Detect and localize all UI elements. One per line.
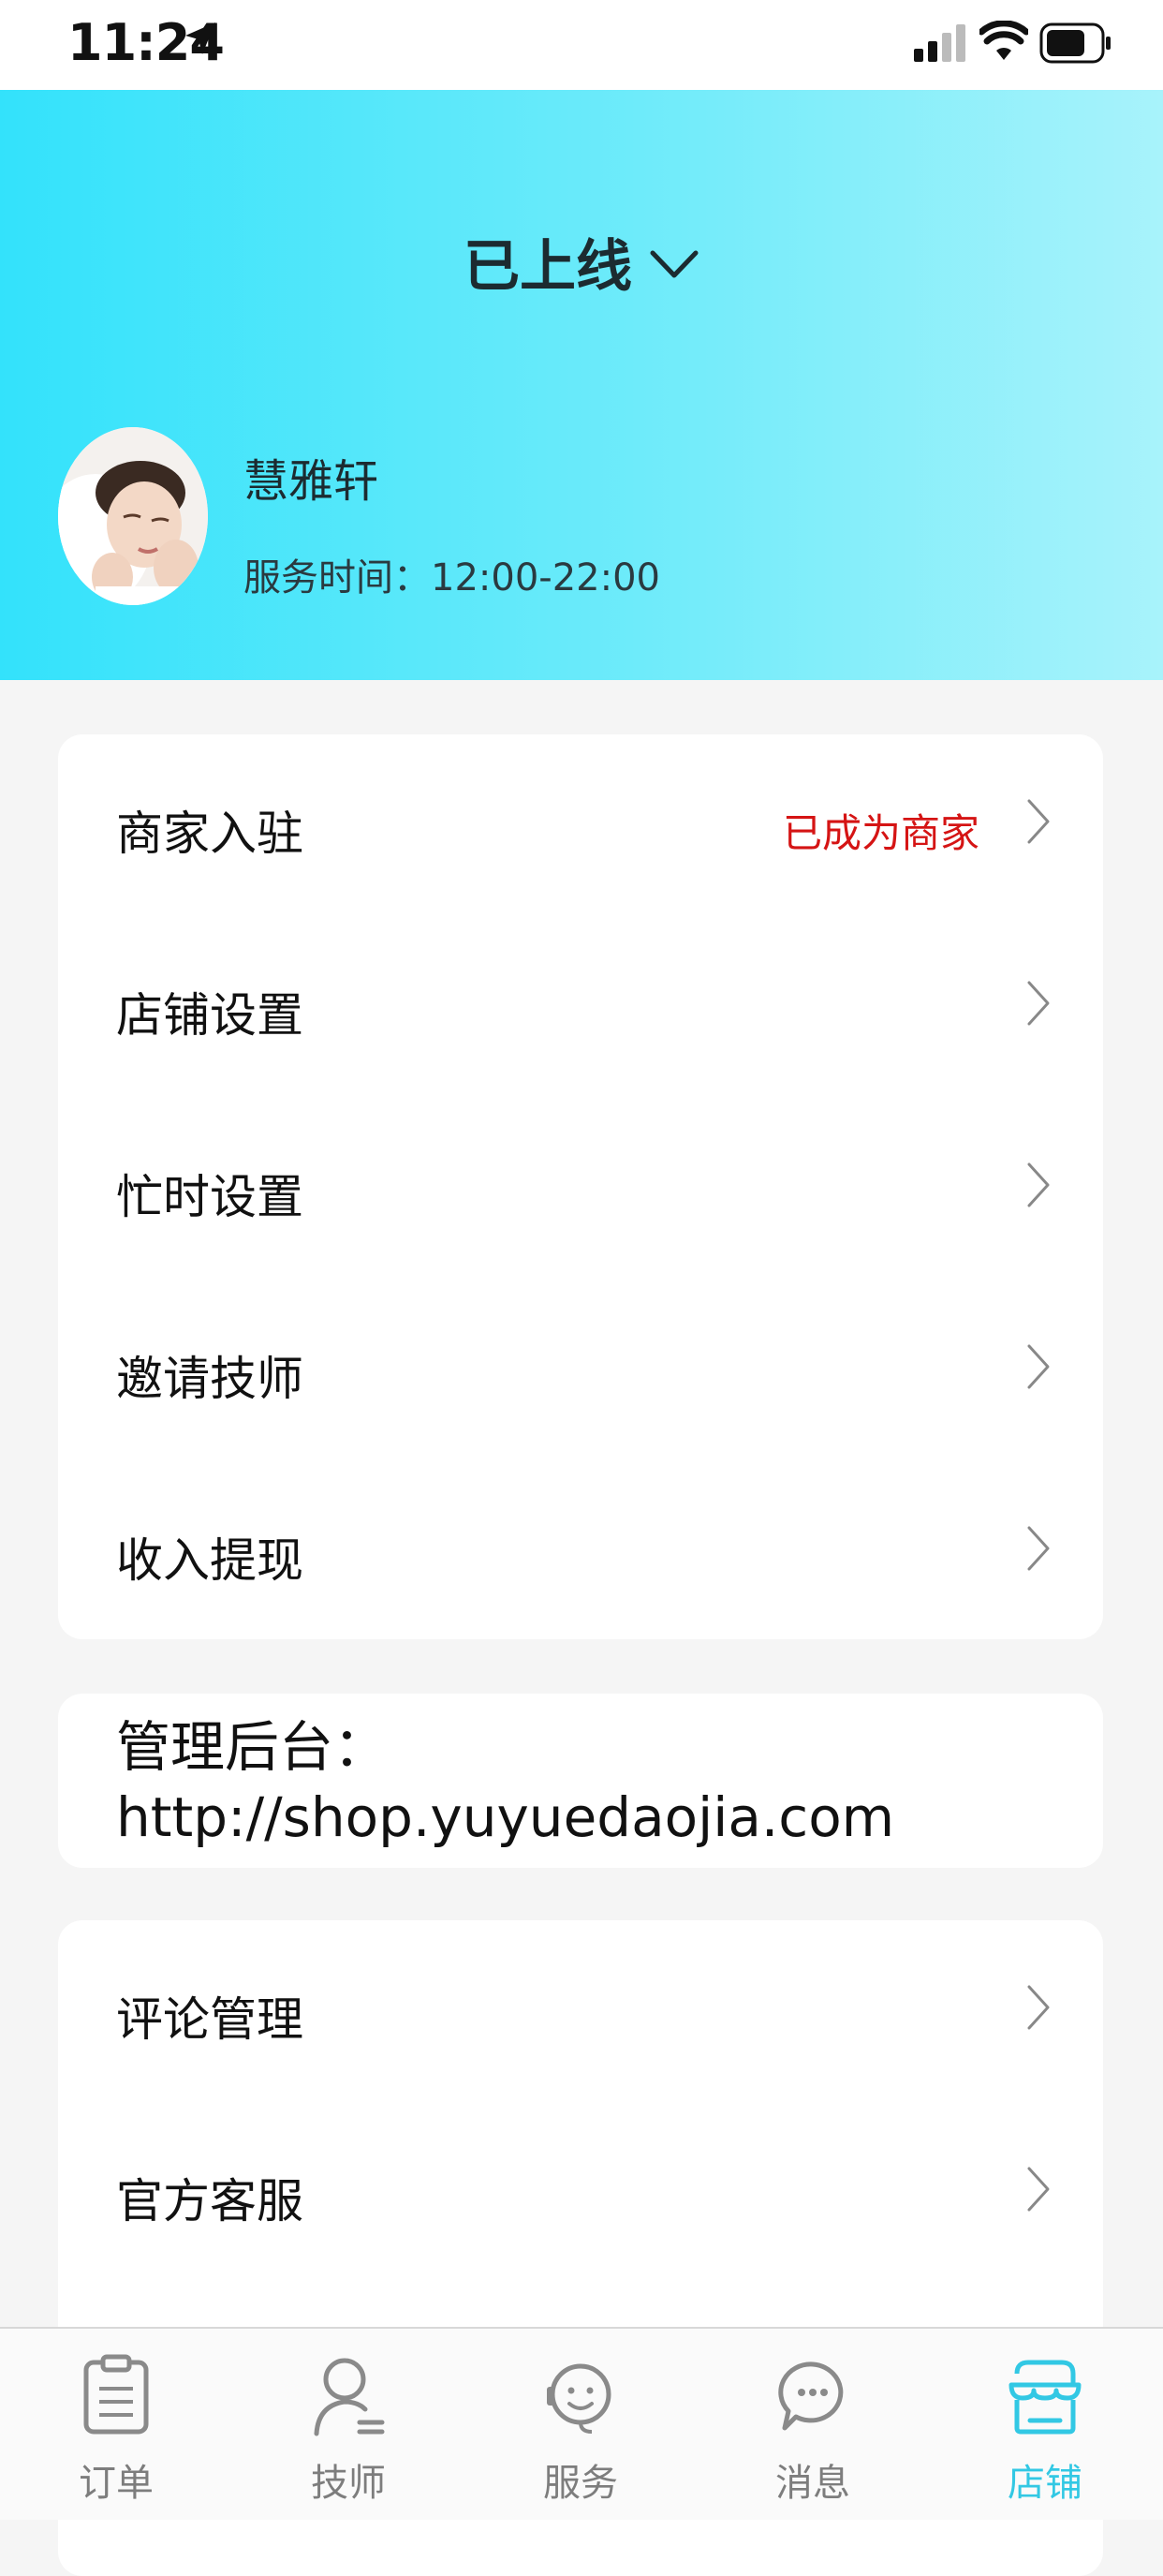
menu-item-busy-settings[interactable]: 忙时设置 [58,1098,1103,1280]
chat-bubble-icon [778,2361,844,2431]
tab-label: 服务 [543,2462,618,2505]
menu-item-merchant-join[interactable]: 商家入驻 已成为商家 [58,734,1103,916]
chevron-right-icon [1027,1162,1050,1207]
status-bar: 11:24 [0,0,1163,90]
avatar-photo [58,427,208,605]
online-status-label: 已上线 [464,234,632,300]
bottom-tab-bar: 订单 技师 服务 消息 店铺 [0,2327,1163,2520]
chevron-right-icon [1027,799,1050,844]
menu-item-review-management[interactable]: 评论管理 [58,1920,1103,2102]
menu-item-label: 邀请技师 [116,1352,303,1406]
menu-item-label: 收入提现 [116,1533,303,1588]
menu-item-income-withdraw[interactable]: 收入提现 [58,1461,1103,1643]
menu-item-label: 评论管理 [116,1992,303,2047]
chevron-right-icon [1027,1344,1050,1389]
battery-icon [1039,22,1111,64]
headset-face-icon [547,2363,611,2434]
menu-item-label: 店铺设置 [116,988,303,1043]
wifi-icon [979,21,1028,60]
clipboard-icon [83,2354,149,2435]
location-arrow-icon [185,22,215,54]
cellular-signal-icon [914,24,965,62]
tab-messages[interactable]: 消息 [697,2329,929,2520]
tab-label: 技师 [311,2462,386,2505]
menu-item-official-support[interactable]: 官方客服 [58,2102,1103,2284]
merchant-status-tag: 已成为商家 [782,810,979,856]
chevron-right-icon [1027,1985,1050,2030]
chevron-right-icon [1027,2167,1050,2212]
tab-orders[interactable]: 订单 [0,2329,232,2520]
online-status-toggle[interactable]: 已上线 [0,221,1163,303]
tab-technicians[interactable]: 技师 [232,2329,464,2520]
admin-label: 管理后台： [116,1715,389,1779]
menu-item-label: 忙时设置 [116,1170,303,1224]
admin-card: 管理后台： http://shop.yuyuedaojia.com [58,1694,1103,1868]
chevron-right-icon [1027,981,1050,1026]
menu-item-label: 官方客服 [116,2174,303,2228]
person-icon [314,2358,385,2436]
chevron-right-icon [1027,1526,1050,1571]
service-time: 服务时间：12:00-22:00 [243,556,660,600]
tab-label: 消息 [775,2462,850,2505]
shop-header: 已上线 慧雅轩 服务时间：12:00-22:00 [0,90,1163,680]
tab-label: 店铺 [1008,2462,1082,2505]
tab-label: 订单 [79,2462,154,2505]
store-icon [1008,2360,1082,2435]
menu-item-label: 商家入驻 [116,807,303,861]
tab-store[interactable]: 店铺 [929,2329,1161,2520]
chevron-down-icon [650,250,699,278]
menu-card-main: 商家入驻 已成为商家 店铺设置 忙时设置 邀请技师 收入提现 [58,734,1103,1639]
menu-item-shop-settings[interactable]: 店铺设置 [58,916,1103,1098]
admin-url[interactable]: http://shop.yuyuedaojia.com [116,1785,894,1849]
tab-service[interactable]: 服务 [464,2329,697,2520]
shop-avatar[interactable] [58,427,208,605]
menu-item-invite-technician[interactable]: 邀请技师 [58,1280,1103,1461]
shop-name: 慧雅轩 [243,455,379,508]
